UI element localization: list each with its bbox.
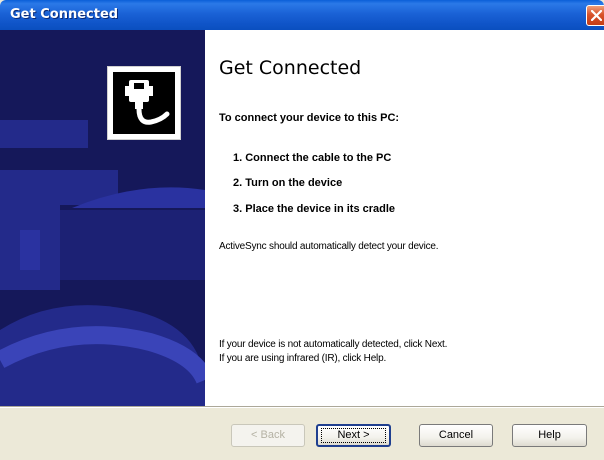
close-button[interactable] bbox=[586, 5, 604, 26]
intro-text: To connect your device to this PC: bbox=[219, 112, 400, 124]
content-panel: Get Connected To connect your device to … bbox=[205, 30, 604, 406]
get-connected-window: Get Connected Get Connected To connect y… bbox=[0, 0, 604, 460]
cancel-button-label: Cancel bbox=[438, 429, 474, 441]
next-button[interactable]: Next > bbox=[316, 424, 391, 447]
sidebar-artwork-panel bbox=[0, 30, 205, 406]
close-icon bbox=[591, 10, 602, 21]
back-button[interactable]: < Back bbox=[231, 424, 305, 447]
detect-info-text: ActiveSync should automatically detect y… bbox=[219, 241, 439, 252]
page-heading: Get Connected bbox=[219, 57, 362, 79]
back-button-label: < Back bbox=[251, 429, 285, 441]
device-cable-icon bbox=[107, 66, 181, 140]
button-bar: < Back Next > Cancel Help bbox=[0, 408, 604, 460]
step-item: 1. Connect the cable to the PC bbox=[233, 152, 392, 164]
window-title: Get Connected bbox=[10, 7, 119, 22]
help-info-line: If your device is not automatically dete… bbox=[219, 339, 448, 350]
step-item: 2. Turn on the device bbox=[233, 177, 343, 189]
next-button-label: Next > bbox=[337, 429, 370, 441]
help-info-line: If you are using infrared (IR), click He… bbox=[219, 353, 387, 364]
help-button-label: Help bbox=[538, 429, 561, 441]
step-item: 3. Place the device in its cradle bbox=[233, 203, 396, 215]
cancel-button[interactable]: Cancel bbox=[419, 424, 493, 447]
help-button[interactable]: Help bbox=[512, 424, 587, 447]
title-bar[interactable]: Get Connected bbox=[0, 0, 604, 30]
